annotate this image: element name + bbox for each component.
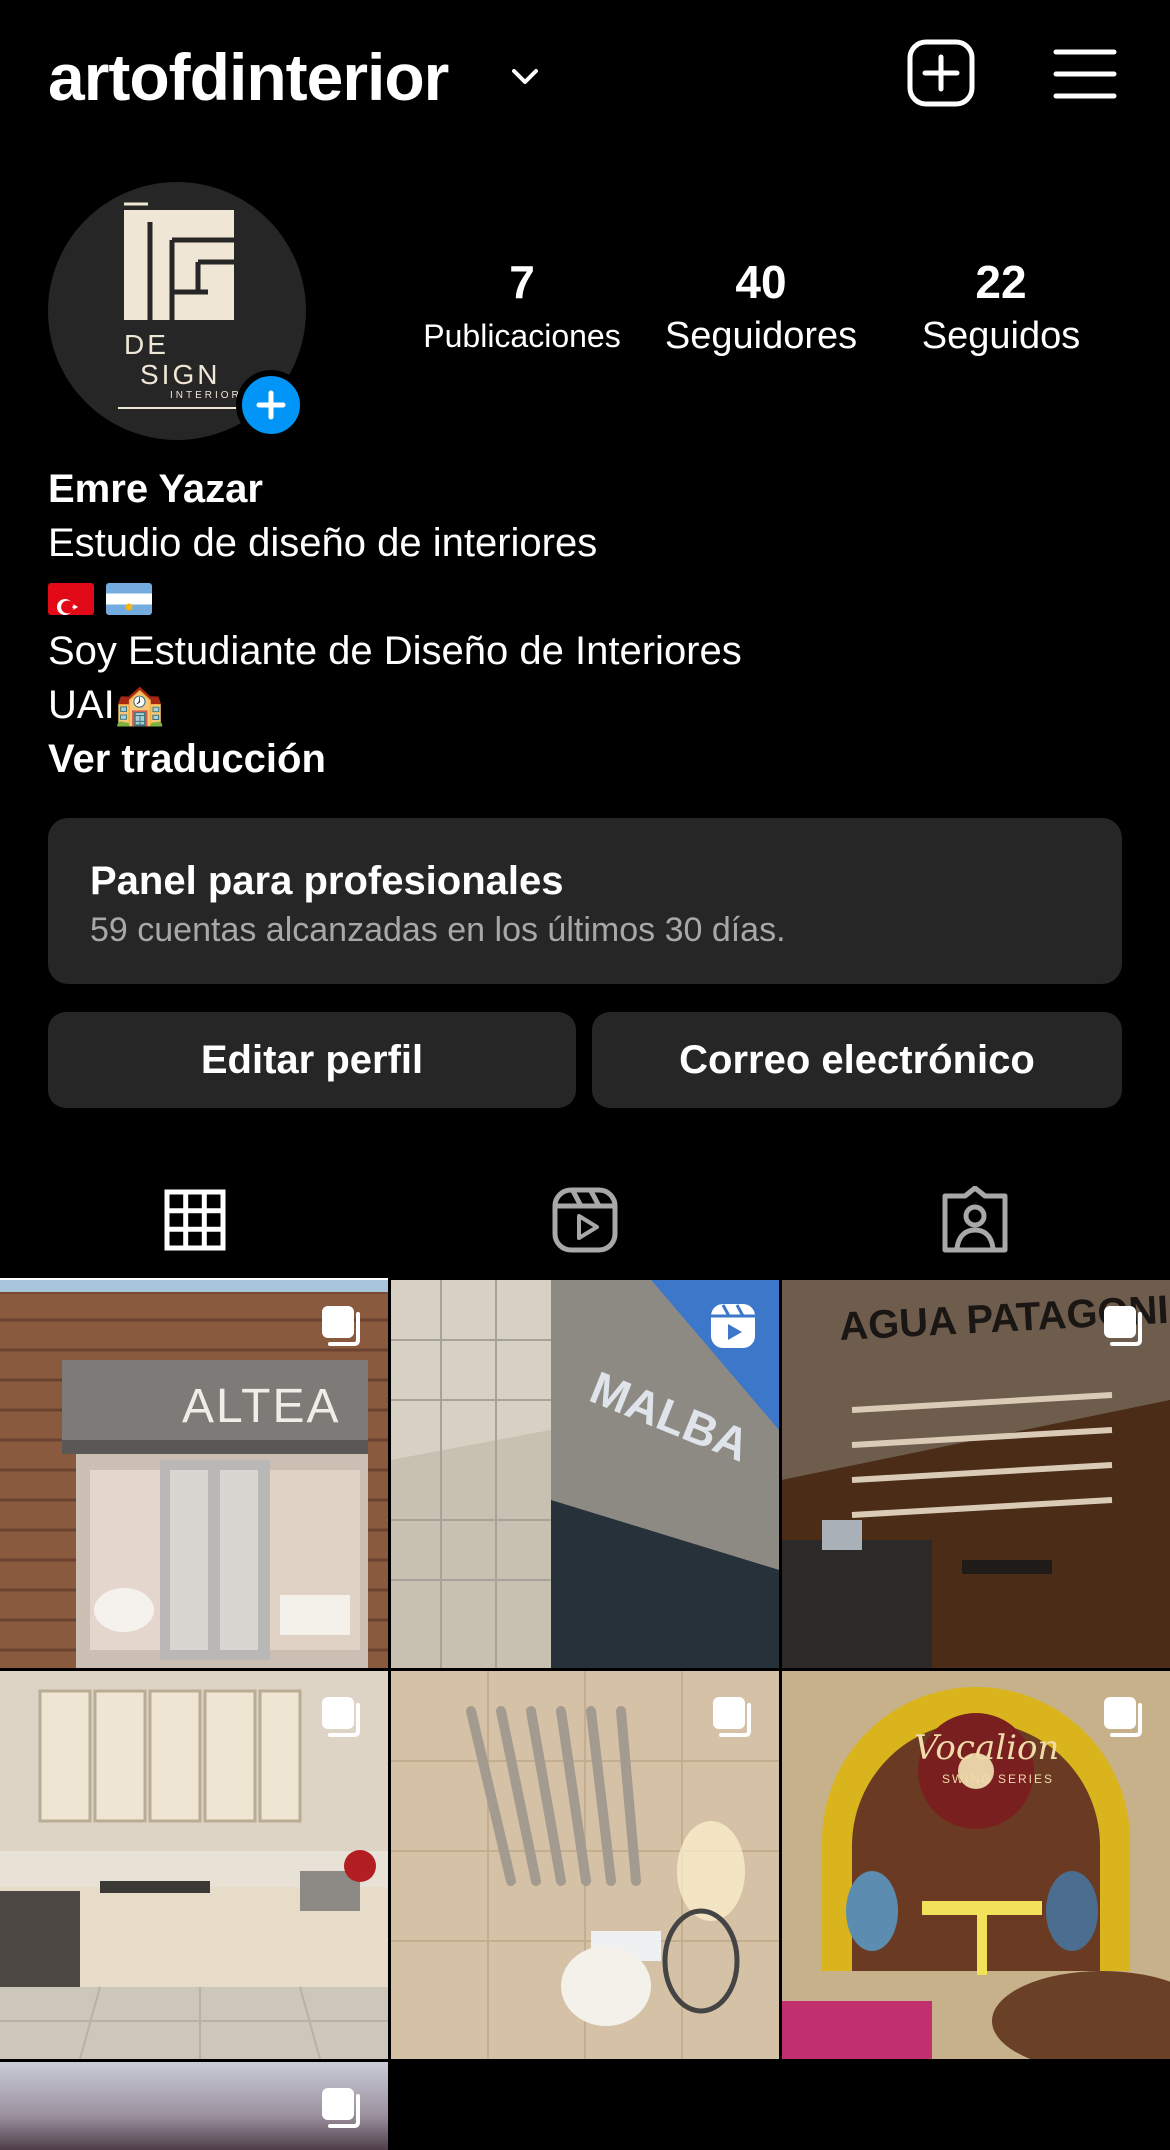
see-translation-link[interactable]: Ver traducción <box>48 732 1118 786</box>
username-title[interactable]: artofdinterior <box>48 34 449 120</box>
svg-text:SIGN: SIGN <box>140 359 220 390</box>
chevron-down-icon[interactable] <box>508 60 542 94</box>
stat-posts[interactable]: 7 Publicaciones <box>410 254 634 362</box>
dashboard-title: Panel para profesionales <box>90 859 564 903</box>
bio-line-student: Soy Estudiante de Diseño de Interiores <box>48 629 742 673</box>
tab-posts-grid[interactable] <box>0 1160 390 1282</box>
turkey-flag-icon <box>48 583 94 616</box>
profile-name: Emre Yazar <box>48 467 263 511</box>
dashboard-subtitle: 59 cuentas alcanzadas en los últimos 30 … <box>90 911 786 949</box>
profile-header: artofdinterior <box>0 0 1170 150</box>
stat-posts-label: Publicaciones <box>423 318 621 354</box>
menu-icon[interactable] <box>1052 46 1118 102</box>
svg-text:ALTEA: ALTEA <box>182 1380 341 1433</box>
carousel-icon <box>1104 1697 1142 1737</box>
professional-dashboard-card[interactable]: Panel para profesionales 59 cuentas alca… <box>48 818 1122 984</box>
stat-followers[interactable]: 40 Seguidores <box>650 254 872 362</box>
grid-post-4[interactable] <box>0 1671 388 2059</box>
tagged-icon <box>942 1186 1008 1253</box>
grid-post-3[interactable]: AGUA PATAGONIA <box>782 1280 1170 1668</box>
argentina-flag-icon <box>106 583 152 616</box>
carousel-icon <box>1104 1306 1142 1346</box>
grid-post-1[interactable]: ALTEA <box>0 1280 388 1668</box>
svg-text:INTERIOR: INTERIOR <box>170 390 242 401</box>
stat-posts-value: 7 <box>509 256 535 308</box>
reels-icon <box>552 1187 618 1253</box>
profile-bio: Emre Yazar Estudio de diseño de interior… <box>48 462 1118 786</box>
stat-following[interactable]: 22 Seguidos <box>888 254 1114 362</box>
profile-tabs <box>0 1160 1170 1282</box>
grid-post-7[interactable] <box>0 2062 388 2150</box>
carousel-icon <box>322 1306 360 1346</box>
reels-icon <box>711 1304 755 1348</box>
plus-icon <box>256 390 286 420</box>
tab-reels[interactable] <box>390 1160 780 1280</box>
stat-followers-label: Seguidores <box>664 315 858 357</box>
grid-post-6[interactable]: Vocalion SWING SERIES <box>782 1671 1170 2059</box>
plus-square-icon[interactable] <box>906 38 976 108</box>
profile-category: Estudio de diseño de interiores <box>48 521 598 565</box>
edit-profile-button[interactable]: Editar perfil <box>48 1012 576 1108</box>
grid-post-2[interactable]: MALBA <box>391 1280 779 1668</box>
grid-post-5[interactable] <box>391 1671 779 2059</box>
bio-line-uai: UAI🏫 <box>48 683 165 727</box>
stat-following-label: Seguidos <box>921 315 1081 357</box>
tab-tagged[interactable] <box>780 1160 1170 1280</box>
svg-text:SWING SERIES: SWING SERIES <box>942 1772 1054 1786</box>
carousel-icon <box>713 1697 751 1737</box>
stat-following-value: 22 <box>975 256 1027 308</box>
carousel-icon <box>322 1697 360 1737</box>
grid-icon <box>164 1189 226 1251</box>
svg-text:DE: DE <box>124 329 169 360</box>
carousel-icon <box>322 2088 360 2128</box>
flags-row <box>48 570 1118 624</box>
add-story-button[interactable] <box>236 370 306 440</box>
svg-text:Vocalion: Vocalion <box>914 1728 1059 1768</box>
stat-followers-value: 40 <box>735 256 787 308</box>
email-button[interactable]: Correo electrónico <box>592 1012 1122 1108</box>
